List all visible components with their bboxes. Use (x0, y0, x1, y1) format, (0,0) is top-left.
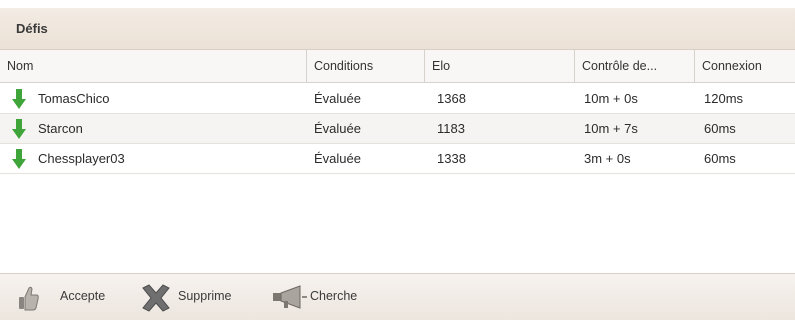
cell-elo: 1368 (437, 91, 466, 106)
column-header-conditions[interactable]: Conditions (307, 50, 425, 83)
cell-control: 10m + 0s (584, 91, 638, 106)
delete-label: Supprime (178, 289, 232, 303)
cell-conditions: Évaluée (314, 121, 361, 136)
cell-conditions: Évaluée (314, 91, 361, 106)
cell-name: Starcon (38, 121, 83, 136)
table-row[interactable]: Chessplayer03 Évaluée 1338 3m + 0s 60ms (0, 144, 795, 174)
cell-name: TomasChico (38, 91, 110, 106)
cell-elo: 1183 (437, 121, 465, 136)
bottom-toolbar: Accepte Supprime Cherche (0, 273, 795, 320)
table-header: Nom Conditions Elo Contrôle de... Connex… (0, 50, 795, 83)
cell-connection: 120ms (704, 91, 744, 106)
cell-control: 10m + 7s (584, 121, 638, 136)
cell-connection: 60ms (704, 121, 736, 136)
column-header-connection[interactable]: Connexion (695, 50, 795, 83)
cell-control: 3m + 0s (584, 151, 631, 166)
table-empty-area (0, 176, 795, 273)
delete-button[interactable]: Supprime (140, 274, 260, 321)
green-down-arrow-icon (12, 149, 26, 169)
green-down-arrow-icon (12, 119, 26, 139)
cell-conditions: Évaluée (314, 151, 361, 166)
delete-x-icon (142, 284, 170, 312)
accept-label: Accepte (60, 289, 106, 303)
cell-elo: 1338 (437, 151, 466, 166)
column-header-name[interactable]: Nom (0, 50, 307, 83)
column-header-elo[interactable]: Elo (425, 50, 575, 83)
table-row[interactable]: TomasChico Évaluée 1368 10m + 0s 120ms (0, 84, 795, 114)
search-button[interactable]: Cherche (272, 274, 382, 321)
panel-title-bar: Défis (0, 8, 795, 50)
green-down-arrow-icon (12, 89, 26, 109)
table-row[interactable]: Starcon Évaluée 1183 10m + 7s 60ms (0, 114, 795, 144)
column-header-control[interactable]: Contrôle de... (575, 50, 695, 83)
cell-name: Chessplayer03 (38, 151, 125, 166)
panel-title: Défis (16, 21, 48, 36)
cell-connection: 60ms (704, 151, 736, 166)
accept-button[interactable]: Accepte (18, 274, 128, 321)
thumbs-up-icon (19, 286, 39, 311)
megaphone-icon (273, 285, 307, 309)
search-label: Cherche (310, 289, 358, 303)
challenges-panel: Défis Nom Conditions Elo Contrôle de... … (0, 0, 795, 320)
